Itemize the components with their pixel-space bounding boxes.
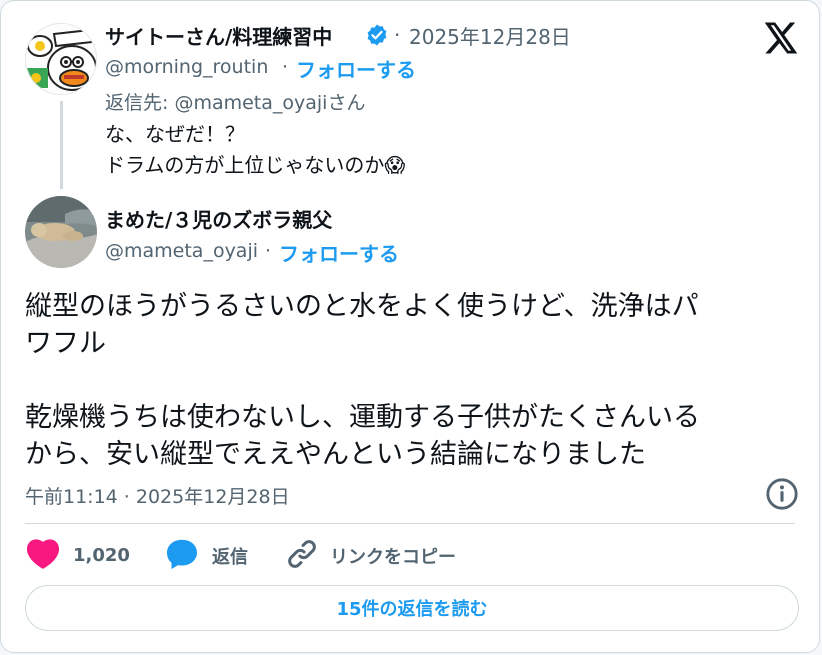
reply-to-suffix: さん [327,92,366,114]
reply-tweet-text: な、なぜだ！？ ドラムの方が上位じゃないのか😱 [105,119,405,181]
reply-author-name[interactable]: サイトーさん/料理練習中 [105,21,332,50]
tweet-embed-card: サイトーさん/料理練習中 · 2025年12月28日 @morning_rout… [0,0,820,653]
main-text-p2-line2: から、安い縦型でええやんという結論になりました [25,439,646,470]
reply-tweet-date[interactable]: 2025年12月28日 [409,21,571,50]
copy-link-button[interactable]: リンクをコピー [284,536,456,576]
main-author-avatar[interactable] [25,196,97,268]
link-icon [284,536,320,576]
like-button[interactable]: 1,020 [25,536,130,574]
x-logo-icon[interactable] [763,21,799,59]
main-author-name[interactable]: まめた/３児のズボラ親父 [105,204,332,233]
thread-connector-line [60,101,63,189]
main-tweet-text: 縦型のほうがうるさいのと水をよく使うけど、洗浄はパ ワフル 乾燥機うちは使わない… [25,288,805,473]
reply-follow-button[interactable]: フォローする [296,54,416,83]
like-count: 1,020 [73,544,130,566]
reply-button[interactable]: 返信 [164,536,248,576]
main-handle-separator: · [265,240,272,262]
reply-to-prefix: 返信先: [105,92,175,114]
copy-link-label: リンクをコピー [330,547,456,568]
heart-icon [25,536,61,574]
main-text-p1-line1: 縦型のほうがうるさいのと水をよく使うけど、洗浄はパ [25,291,699,322]
verified-badge-icon [365,23,389,51]
reply-author-avatar[interactable] [25,23,97,95]
reply-bubble-icon [164,536,200,576]
dog-photo-avatar-image [25,196,97,268]
read-replies-button[interactable]: 15件の返信を読む [25,585,799,631]
scream-emoji-icon: 😱 [384,153,406,177]
reply-author-handle[interactable]: @morning_routin [105,56,268,78]
cartoon-avatar-image [26,24,96,94]
main-text-p2-line1: 乾燥機うちは使わないし、運動する子供がたくさんいる [25,402,700,433]
info-icon[interactable] [765,477,799,515]
handle-separator: · [282,56,289,78]
main-follow-button[interactable]: フォローする [279,238,399,267]
reply-label: 返信 [212,547,248,568]
read-replies-label: 15件の返信を読む [336,599,488,620]
actions-divider [25,523,795,524]
reply-text-line-2: ドラムの方が上位じゃないのか [105,153,385,177]
main-text-p1-line2: ワフル [25,328,106,359]
reply-text-line-2-wrap: ドラムの方が上位じゃないのか😱 [105,150,405,181]
reply-to-handle[interactable]: @mameta_oyaji [174,92,327,114]
reply-to-line: 返信先: @mameta_oyajiさん [105,88,365,115]
date-separator: · [394,23,401,47]
reply-text-line-1: な、なぜだ！？ [105,122,245,146]
main-author-handle[interactable]: @mameta_oyaji [105,240,258,262]
main-tweet-timestamp[interactable]: 午前11:14 · 2025年12月28日 [25,482,290,509]
